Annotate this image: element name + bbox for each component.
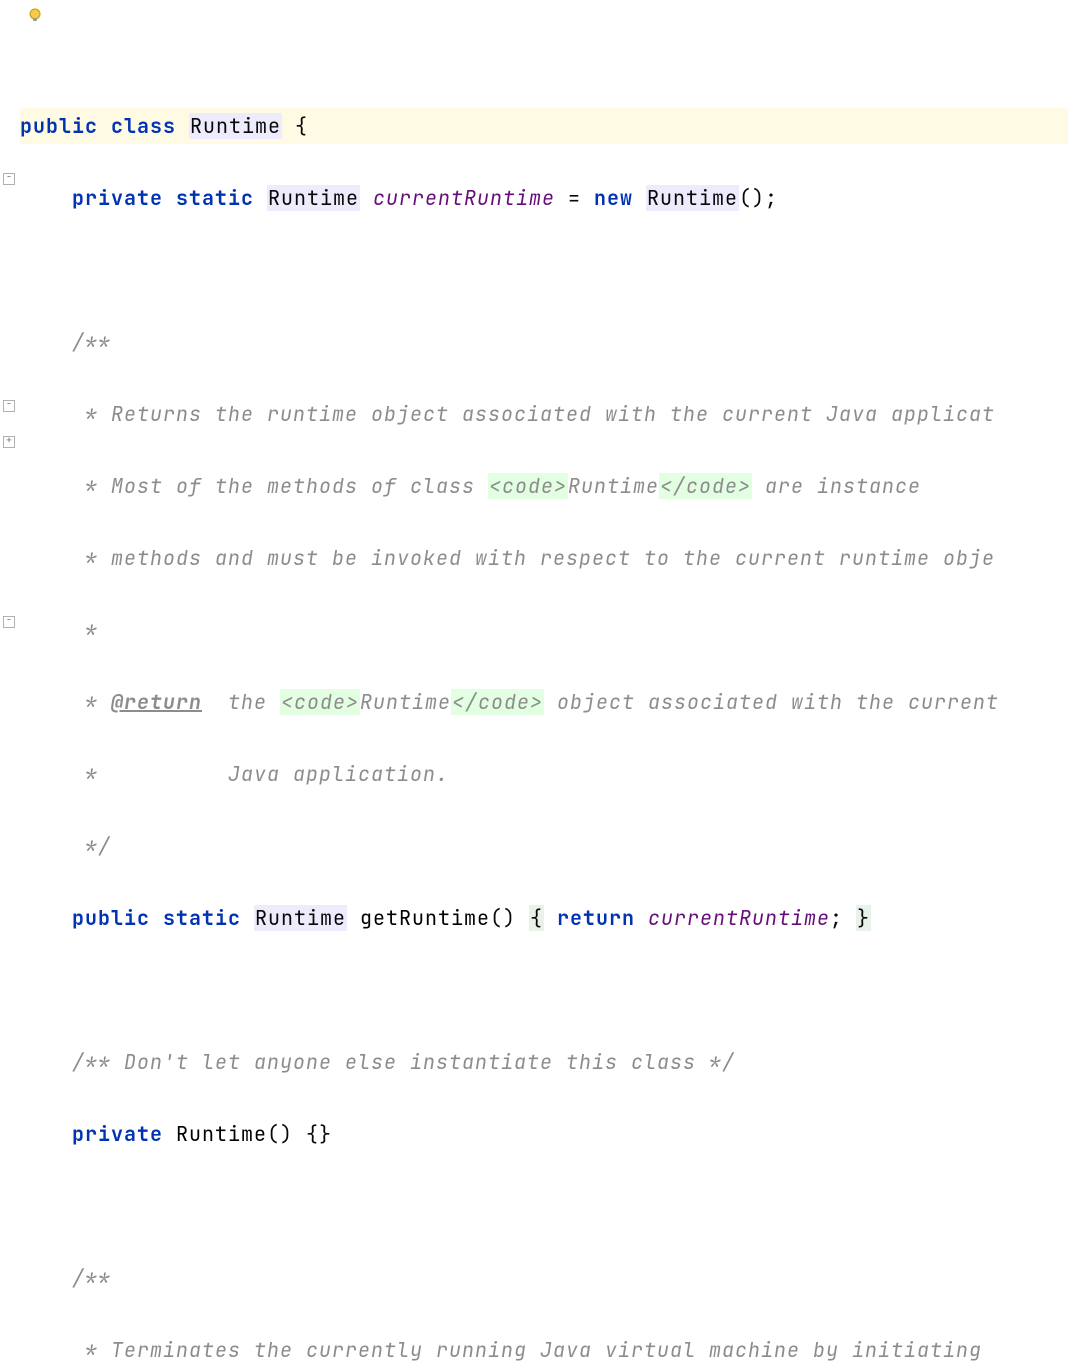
fold-handle-minus[interactable] [3, 400, 15, 412]
code-line[interactable]: private Runtime() {} [20, 1116, 1068, 1152]
code-line[interactable]: * methods and must be invoked with respe… [20, 540, 1068, 576]
code-line[interactable]: * Most of the methods of class <code>Run… [20, 468, 1068, 504]
block-comment: /** Don't let anyone else instantiate th… [72, 1049, 735, 1075]
code-line[interactable]: */ [20, 828, 1068, 864]
ctor-parens: () [739, 185, 765, 211]
javadoc-close: */ [72, 833, 111, 859]
semicolon: ; [765, 185, 778, 211]
field-ref: currentRuntime [648, 905, 830, 931]
ctor-name: Runtime [176, 1121, 267, 1147]
code-tag: <code> [488, 473, 568, 499]
code-tag-text: Runtime [360, 689, 451, 715]
keyword-class: class [111, 113, 176, 139]
code-line[interactable]: public static Runtime getRuntime() { ret… [20, 900, 1068, 936]
code-line[interactable]: /** [20, 324, 1068, 360]
ctor-ref: Runtime [646, 185, 739, 211]
javadoc-open: /** [72, 329, 111, 355]
semicolon: ; [830, 905, 843, 931]
keyword-public: public [72, 905, 150, 931]
javadoc-line: * Terminates the currently running Java … [72, 1337, 982, 1363]
code-line[interactable]: private static Runtime currentRuntime = … [20, 180, 1068, 216]
fold-handle-minus[interactable] [3, 616, 15, 628]
fold-handle-plus[interactable] [3, 436, 15, 448]
keyword-private: private [72, 1121, 163, 1147]
javadoc-line: * methods and must be invoked with respe… [72, 545, 995, 571]
lightbulb-icon[interactable] [28, 8, 42, 22]
ctor-body: () {} [267, 1121, 332, 1147]
code-line[interactable] [20, 1188, 1068, 1224]
javadoc-open: /** [72, 1265, 111, 1291]
javadoc-line: * [72, 617, 98, 643]
code-line[interactable] [20, 252, 1068, 288]
code-line[interactable]: public class Runtime { [20, 108, 1068, 144]
keyword-static: static [176, 185, 254, 211]
javadoc-line: * Most of the methods of class [72, 473, 488, 499]
code-line[interactable]: /** Don't let anyone else instantiate th… [20, 1044, 1068, 1080]
javadoc-line: object associated with the current [544, 689, 999, 715]
javadoc-line: * Returns the runtime object associated … [72, 401, 995, 427]
javadoc-line: * [72, 689, 111, 715]
return-type: Runtime [254, 905, 347, 931]
javadoc-tag-return: @return [111, 689, 202, 715]
code-line[interactable]: * Java application. [20, 756, 1068, 792]
brace-open: { [295, 113, 308, 139]
type-ref: Runtime [267, 185, 360, 211]
keyword-public: public [20, 113, 98, 139]
code-tag: </code> [659, 473, 752, 499]
code-editor[interactable]: public class Runtime { private static Ru… [0, 0, 1068, 1366]
code-tag: </code> [451, 689, 544, 715]
code-line[interactable]: * Terminates the currently running Java … [20, 1332, 1068, 1366]
keyword-private: private [72, 185, 163, 211]
method-parens: () [490, 905, 516, 931]
code-tag-text: Runtime [568, 473, 659, 499]
keyword-static: static [163, 905, 241, 931]
javadoc-line: * Java application. [72, 761, 449, 787]
code-line[interactable]: * Returns the runtime object associated … [20, 396, 1068, 432]
editor-gutter [0, 0, 16, 1366]
code-tag: <code> [280, 689, 360, 715]
keyword-return: return [557, 905, 635, 931]
class-name: Runtime [189, 113, 282, 139]
assign: = [555, 185, 594, 211]
code-line[interactable] [20, 972, 1068, 1008]
javadoc-line: are instance [752, 473, 921, 499]
brace-close: } [856, 905, 871, 931]
code-line[interactable]: * @return the <code>Runtime</code> objec… [20, 684, 1068, 720]
code-line[interactable]: /** [20, 1260, 1068, 1296]
code-area[interactable]: public class Runtime { private static Ru… [0, 0, 1068, 1366]
method-name: getRuntime [360, 905, 490, 931]
javadoc-line: the [202, 689, 280, 715]
code-line[interactable]: * [20, 612, 1068, 648]
fold-handle-minus[interactable] [3, 173, 15, 185]
code-line[interactable] [20, 36, 1068, 72]
brace-open: { [529, 905, 544, 931]
field-name: currentRuntime [373, 185, 555, 211]
keyword-new: new [594, 185, 633, 211]
